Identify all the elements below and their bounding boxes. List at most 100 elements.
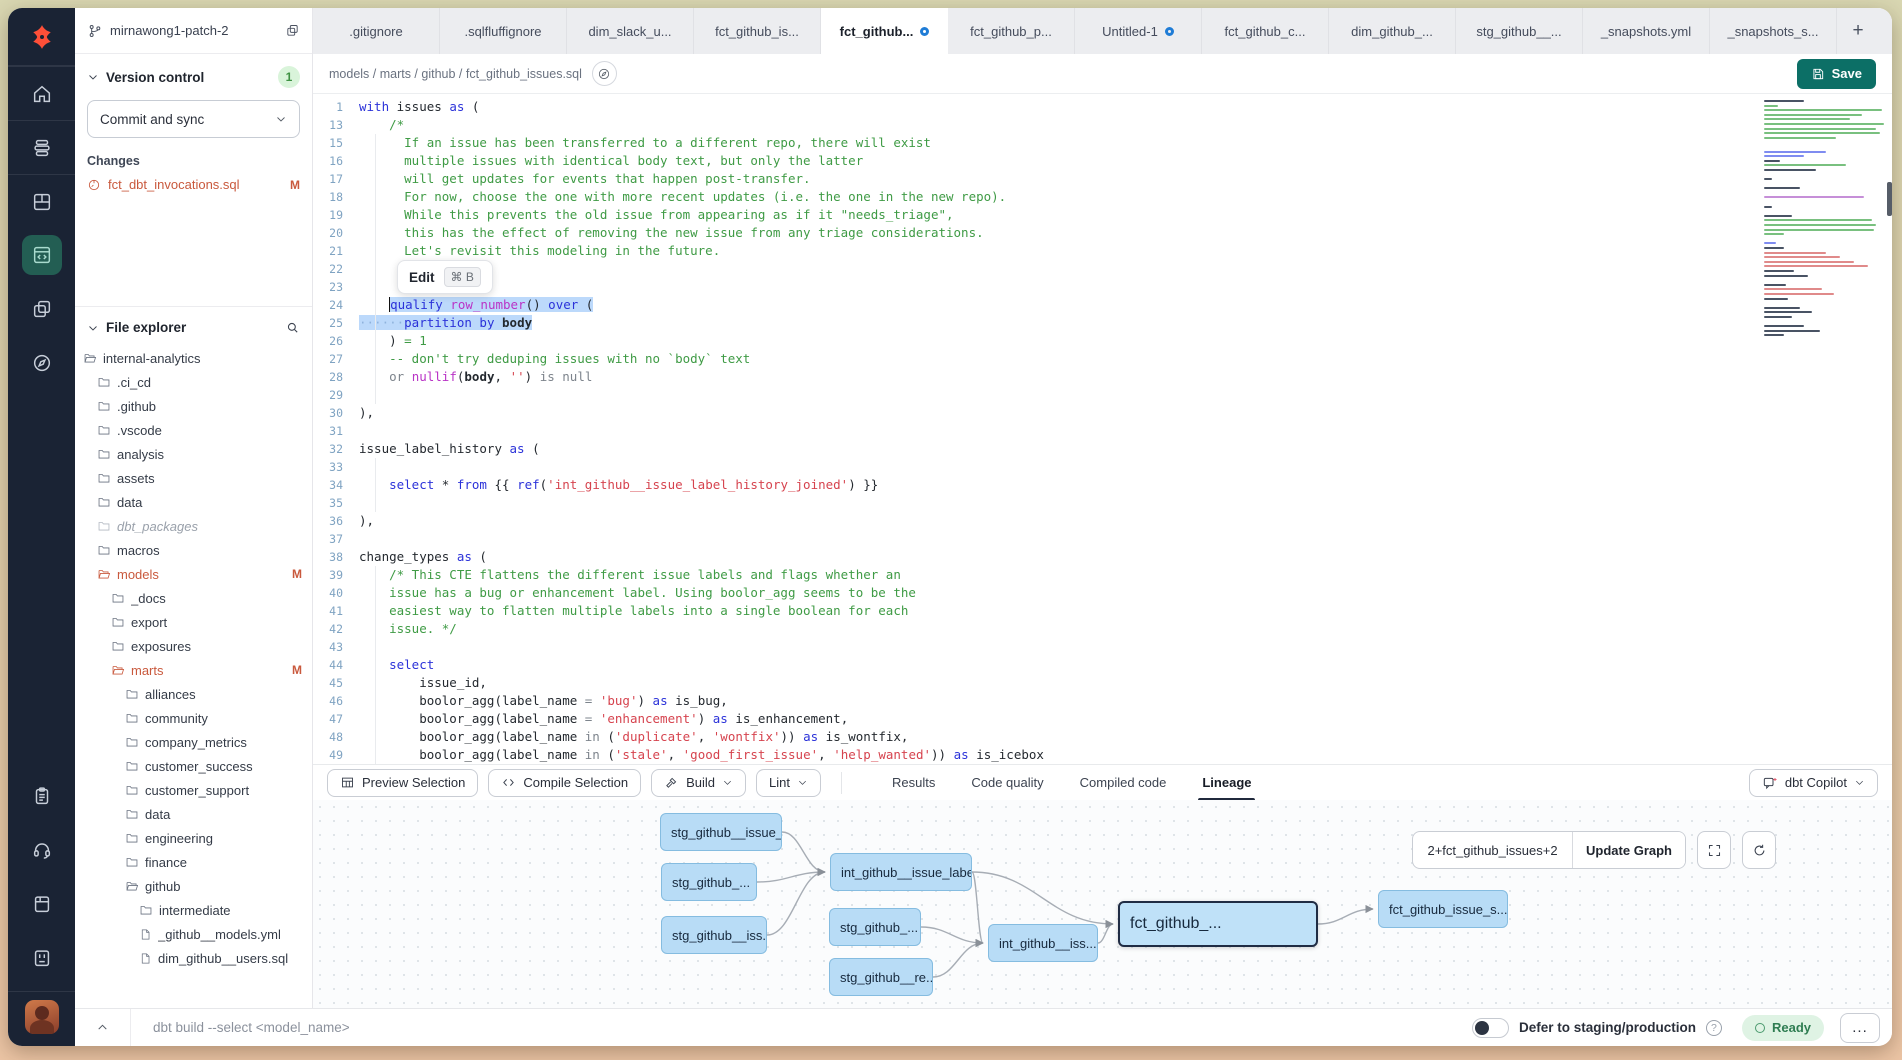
line-number[interactable]: 46 — [313, 692, 343, 710]
file-tree-item[interactable]: export — [83, 610, 312, 634]
lineage-node[interactable]: stg_github__issue_... — [660, 813, 782, 851]
panel-tab-code-quality[interactable]: Code quality — [971, 765, 1043, 801]
editor-tab[interactable]: _snapshots.yml — [1583, 8, 1710, 54]
editor-tab[interactable]: dim_github_... — [1329, 8, 1456, 54]
fullscreen-button[interactable] — [1697, 831, 1731, 869]
line-number[interactable]: 40 — [313, 584, 343, 602]
projects-icon[interactable] — [8, 120, 75, 174]
save-button[interactable]: Save — [1797, 59, 1876, 89]
line-number[interactable]: 20 — [313, 224, 343, 242]
file-tree-item[interactable]: data — [83, 490, 312, 514]
file-tree-item[interactable]: assets — [83, 466, 312, 490]
line-number[interactable]: 23 — [313, 278, 343, 296]
line-number[interactable]: 49 — [313, 746, 343, 764]
line-number[interactable]: 16 — [313, 152, 343, 170]
line-number[interactable]: 37 — [313, 530, 343, 548]
explore-compass-icon[interactable] — [8, 336, 75, 390]
update-graph-button[interactable]: Update Graph — [1573, 832, 1685, 868]
line-number[interactable]: 15 — [313, 134, 343, 152]
file-tree-item[interactable]: .vscode — [83, 418, 312, 442]
dbt-command-input[interactable]: dbt build --select <model_name> — [153, 1020, 1472, 1035]
line-number[interactable]: 41 — [313, 602, 343, 620]
editor-tab[interactable]: .sqlfluffignore — [440, 8, 567, 54]
build-button[interactable]: Build — [651, 769, 746, 797]
file-tree-item[interactable]: alliances — [83, 682, 312, 706]
file-tree-item[interactable]: finance — [83, 850, 312, 874]
collapse-command-bar-button[interactable] — [75, 1009, 131, 1046]
line-number[interactable]: 33 — [313, 458, 343, 476]
line-number[interactable]: 42 — [313, 620, 343, 638]
file-tree-item[interactable]: macros — [83, 538, 312, 562]
defer-toggle[interactable] — [1472, 1018, 1509, 1038]
minimap[interactable] — [1764, 100, 1884, 339]
line-number[interactable]: 21 — [313, 242, 343, 260]
compile-selection-button[interactable]: Compile Selection — [488, 769, 641, 797]
panel-tab-compiled-code[interactable]: Compiled code — [1080, 765, 1167, 801]
search-icon[interactable] — [285, 320, 300, 335]
line-number[interactable]: 13 — [313, 116, 343, 134]
editor-tab[interactable]: fct_github_c... — [1202, 8, 1329, 54]
editor-tab[interactable]: .gitignore — [313, 8, 440, 54]
line-number[interactable]: 38 — [313, 548, 343, 566]
lineage-node[interactable]: stg_github__iss... — [661, 916, 767, 954]
lineage-node[interactable]: fct_github_issue_s... — [1378, 890, 1508, 928]
open-in-explore-button[interactable] — [592, 61, 617, 86]
editor-scrollbar-thumb[interactable] — [1887, 182, 1892, 216]
home-icon[interactable] — [8, 66, 75, 120]
file-tree-item[interactable]: github — [83, 874, 312, 898]
file-tree-item[interactable]: _github__models.yml — [83, 922, 312, 946]
editor-tab[interactable]: fct_github... — [821, 8, 948, 54]
file-tree-item[interactable]: exposures — [83, 634, 312, 658]
dbt-logo[interactable] — [8, 8, 75, 66]
chevron-down-icon[interactable] — [87, 71, 99, 83]
line-number[interactable]: 48 — [313, 728, 343, 746]
line-number[interactable]: 19 — [313, 206, 343, 224]
line-number[interactable]: 36 — [313, 512, 343, 530]
file-tree-item[interactable]: internal-analytics — [83, 346, 312, 370]
line-number[interactable]: 45 — [313, 674, 343, 692]
line-number[interactable]: 34 — [313, 476, 343, 494]
line-number[interactable]: 31 — [313, 422, 343, 440]
user-avatar[interactable] — [25, 1000, 59, 1034]
file-tree-item[interactable]: analysis — [83, 442, 312, 466]
file-tree-item[interactable]: dim_github__users.sql — [83, 946, 312, 970]
docs-book-icon[interactable] — [8, 877, 75, 931]
file-tree-item[interactable]: dbt_packages — [83, 514, 312, 538]
panel-tab-results[interactable]: Results — [892, 765, 935, 801]
editor-tab[interactable]: _snapshots_s... — [1710, 8, 1837, 54]
editor-tab[interactable]: Untitled-1 — [1075, 8, 1202, 54]
preview-selection-button[interactable]: Preview Selection — [327, 769, 478, 797]
line-number[interactable]: 17 — [313, 170, 343, 188]
commit-and-sync-button[interactable]: Commit and sync — [87, 100, 300, 138]
line-number[interactable]: 39 — [313, 566, 343, 584]
file-tree-item[interactable]: martsM — [83, 658, 312, 682]
file-tree-item[interactable]: modelsM — [83, 562, 312, 586]
file-tree-item[interactable]: data — [83, 802, 312, 826]
line-number[interactable]: 30 — [313, 404, 343, 422]
line-number[interactable]: 25 — [313, 314, 343, 332]
more-options-button[interactable]: ... — [1840, 1013, 1880, 1043]
editor-tab[interactable]: fct_github_is... — [694, 8, 821, 54]
line-number[interactable]: 47 — [313, 710, 343, 728]
file-tree-item[interactable]: _docs — [83, 586, 312, 610]
editor-tab[interactable]: dim_slack_u... — [567, 8, 694, 54]
line-number[interactable]: 28 — [313, 368, 343, 386]
editor-tab[interactable]: fct_github_p... — [948, 8, 1075, 54]
apps-grid-icon[interactable] — [8, 174, 75, 228]
line-number[interactable]: 43 — [313, 638, 343, 656]
lineage-node[interactable]: stg_github_... — [829, 908, 921, 946]
line-number[interactable]: 32 — [313, 440, 343, 458]
lint-button[interactable]: Lint — [756, 769, 821, 797]
line-number[interactable]: 29 — [313, 386, 343, 404]
file-tree-item[interactable]: customer_support — [83, 778, 312, 802]
file-tree-item[interactable]: community — [83, 706, 312, 730]
file-tree-item[interactable]: company_metrics — [83, 730, 312, 754]
edit-shortcut-widget[interactable]: Edit ⌘ B — [397, 260, 493, 294]
windows-icon[interactable] — [8, 282, 75, 336]
lineage-node[interactable]: fct_github_... — [1118, 901, 1318, 947]
editor-tab[interactable]: stg_github__... — [1456, 8, 1583, 54]
line-number[interactable]: 44 — [313, 656, 343, 674]
lineage-node[interactable]: int_github__iss... — [988, 924, 1098, 962]
line-number[interactable]: 24 — [313, 296, 343, 314]
new-tab-button[interactable]: + — [1837, 8, 1879, 54]
